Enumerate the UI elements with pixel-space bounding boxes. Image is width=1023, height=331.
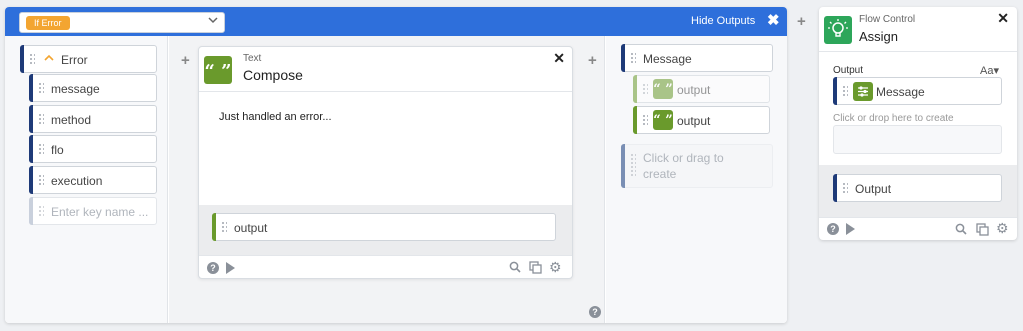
field-accent-bar <box>621 144 625 188</box>
drag-handle-icon[interactable] <box>38 174 44 186</box>
field-label: Message <box>643 52 692 66</box>
card-header: Flow Control Assign ✕ <box>819 7 1017 52</box>
search-icon[interactable] <box>509 261 521 273</box>
step-tag: If Error <box>26 16 70 30</box>
card-category: Flow Control <box>859 14 916 25</box>
drag-handle-icon[interactable] <box>29 53 35 65</box>
help-icon[interactable]: ? <box>589 306 601 318</box>
add-step-plus-icon[interactable]: + <box>588 52 597 69</box>
drag-handle-icon[interactable] <box>630 52 636 64</box>
field-label: message <box>51 82 100 96</box>
field-accent-bar <box>621 44 625 72</box>
copy-icon[interactable] <box>976 223 989 236</box>
close-icon[interactable]: ✕ <box>997 10 1009 27</box>
collapse-caret-icon[interactable] <box>43 52 55 67</box>
lightbulb-icon <box>824 16 852 44</box>
close-icon[interactable]: ✕ <box>553 50 565 67</box>
error-field-flo[interactable]: flo <box>29 135 157 163</box>
card-header: “ ” Text Compose ✕ <box>199 47 572 92</box>
hide-outputs-button[interactable]: Hide Outputs <box>691 15 755 27</box>
flow-header: If Error Hide Outputs ✖ <box>5 7 787 36</box>
play-icon[interactable] <box>846 223 855 235</box>
assign-output-field[interactable]: Output <box>833 174 1002 202</box>
quote-icon: “ ” <box>204 56 232 84</box>
compose-step-card: “ ” Text Compose ✕ Just handled an error… <box>198 46 573 279</box>
card-footer: ? ⚙ <box>819 217 1017 240</box>
field-label: output <box>677 83 711 97</box>
field-label: Message <box>876 85 925 99</box>
assign-step-card: Flow Control Assign ✕ Output Aa▾ Message… <box>819 7 1017 240</box>
drag-handle-icon[interactable] <box>38 82 44 94</box>
help-icon[interactable]: ? <box>207 262 219 274</box>
create-output-dropzone[interactable]: Click or drag to create <box>621 144 773 188</box>
field-accent-bar <box>29 135 33 163</box>
play-icon[interactable] <box>226 262 235 274</box>
drag-handle-icon <box>630 153 636 177</box>
copy-icon[interactable] <box>529 261 542 274</box>
field-accent-bar <box>833 77 837 105</box>
drag-handle-icon[interactable] <box>221 221 227 233</box>
gear-icon[interactable]: ⚙ <box>549 260 562 274</box>
card-output-area: Output <box>819 165 1017 217</box>
chevron-down-icon <box>208 15 218 28</box>
output-field-ghost[interactable]: “ ” output <box>633 75 770 103</box>
output-field[interactable]: “ ” output <box>633 106 770 134</box>
card-footer: ? ⚙ <box>199 255 572 278</box>
assign-dropzone[interactable] <box>833 125 1002 154</box>
error-field-method[interactable]: method <box>29 105 157 133</box>
close-icon[interactable]: ✖ <box>767 11 780 29</box>
card-category: Text <box>243 53 262 64</box>
new-key-placeholder: Enter key name ... <box>51 205 149 219</box>
add-step-plus-icon[interactable]: + <box>797 13 806 30</box>
gear-icon[interactable]: ⚙ <box>996 221 1009 235</box>
step-selector-dropdown[interactable]: If Error <box>19 12 225 33</box>
assign-message-field[interactable]: Message <box>833 77 1002 105</box>
field-label: execution <box>51 174 103 188</box>
drag-handle-icon[interactable] <box>842 85 848 97</box>
outputs-column: + Message “ ” output “ ” output Click or… <box>588 36 787 323</box>
help-icon[interactable]: ? <box>827 223 839 235</box>
field-label: method <box>51 113 92 127</box>
new-key-input[interactable]: Enter key name ... <box>29 197 157 225</box>
drag-handle-icon <box>38 205 44 217</box>
create-hint: Click or drop here to create <box>833 113 954 124</box>
field-accent-bar <box>29 74 33 102</box>
field-label: Error <box>61 53 88 67</box>
card-output-area: output <box>199 205 572 255</box>
field-accent-bar <box>633 106 637 134</box>
field-accent-bar <box>833 174 837 202</box>
drag-handle-icon[interactable] <box>38 113 44 125</box>
field-label: output <box>677 114 711 128</box>
settings-sliders-icon <box>853 82 873 101</box>
field-accent-bar <box>29 197 33 225</box>
quote-icon: “ ” <box>653 79 673 99</box>
card-title: Assign <box>859 29 899 44</box>
drag-handle-icon[interactable] <box>642 83 648 95</box>
field-accent-bar <box>29 105 33 133</box>
search-icon[interactable] <box>955 223 967 235</box>
drag-handle-icon[interactable] <box>38 143 44 155</box>
field-accent-bar <box>20 45 24 73</box>
message-root-field[interactable]: Message <box>621 44 773 72</box>
error-field-message[interactable]: message <box>29 74 157 102</box>
error-fields-column: Error message method flo execution Enter… <box>5 36 168 323</box>
field-accent-bar <box>212 213 216 241</box>
field-accent-bar <box>29 166 33 194</box>
error-root-field[interactable]: Error <box>20 45 157 73</box>
compose-output-field[interactable]: output <box>212 213 556 241</box>
field-accent-bar <box>633 75 637 103</box>
card-title: Compose <box>243 67 303 83</box>
output-section-label: Output <box>833 65 864 76</box>
quote-icon: “ ” <box>653 110 673 130</box>
compose-text-editor[interactable]: Just handled an error... <box>219 111 332 123</box>
field-label: output <box>234 221 268 235</box>
drag-handle-icon[interactable] <box>842 182 848 194</box>
drag-handle-icon[interactable] <box>642 114 648 126</box>
field-label: flo <box>51 143 64 157</box>
field-label: Output <box>855 182 892 196</box>
add-step-plus-icon[interactable]: + <box>181 52 190 69</box>
text-format-toggle[interactable]: Aa▾ <box>980 64 999 77</box>
error-field-execution[interactable]: execution <box>29 166 157 194</box>
drop-hint: Click or drag to create <box>643 151 724 181</box>
